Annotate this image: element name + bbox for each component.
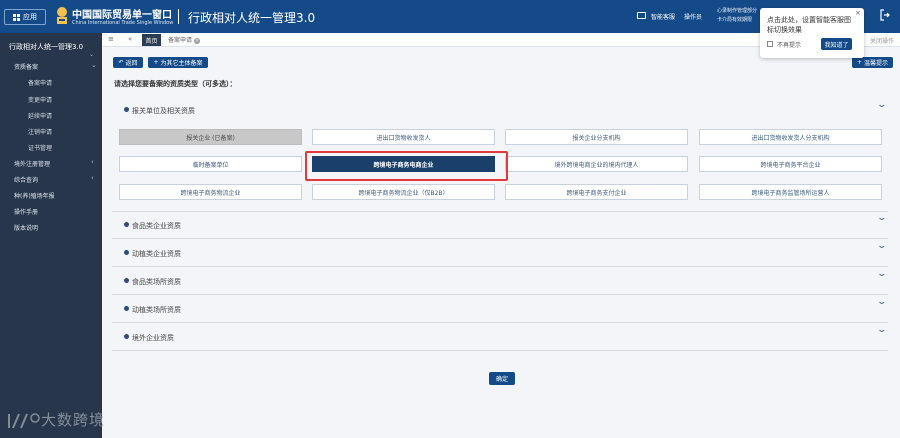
file-for-other-entity-button[interactable]: + 为其它主体备案 <box>148 57 208 68</box>
chevron-down-icon[interactable]: ⌄ <box>876 325 887 335</box>
section-food-enterprise: 食品类企业资质 ⌄ <box>112 212 888 239</box>
sidebar-collapse-toggle[interactable]: ⌄ <box>89 51 94 58</box>
sidebar-item-filing-application[interactable]: 备案申请 <box>28 78 52 87</box>
section-title: 境外企业资质 <box>132 334 174 342</box>
option-customs-broker-branch[interactable]: 报关企业分支机构 <box>505 129 688 145</box>
sidebar-item-change-application[interactable]: 变更申请 <box>28 95 52 104</box>
plus-icon: + <box>856 59 862 66</box>
bullet-icon <box>124 107 129 112</box>
tips-button-label: 温馨提示 <box>864 60 889 67</box>
section-overseas-enterprise: 境外企业资质 ⌄ <box>112 323 888 351</box>
smart-support-tip-popup: 点击此处，设置智能客服图标切换效果 × 不再提示 我知道了 <box>760 8 864 58</box>
chevron-down-icon: ⌄ <box>91 61 97 69</box>
option-ecommerce-logistics[interactable]: 跨境电子商务物流企业 <box>119 184 302 200</box>
chevron-down-icon[interactable]: ⌄ <box>876 269 887 279</box>
sidebar-title: 行政相对人统一管理3.0 <box>9 43 84 51</box>
smart-support-link[interactable]: 智能客服 <box>651 12 675 21</box>
user-info-line2: 卡介局有效期限 <box>717 17 753 23</box>
no-remind-checkbox[interactable] <box>767 41 773 47</box>
option-temporary-unit[interactable]: 临时备案单位 <box>119 156 302 172</box>
main-content: ↶ 返回 + 为其它主体备案 + 温馨提示 请选择您要备案的资质类型（可多选）：… <box>102 48 900 438</box>
section-header[interactable]: 食品类场所资质 <box>124 277 181 287</box>
option-ecommerce-platform[interactable]: 跨境电子商务平台企业 <box>699 156 882 172</box>
logout-icon[interactable] <box>880 9 890 21</box>
section-title: 食品类企业资质 <box>132 222 181 230</box>
section-header[interactable]: 动植类企业资质 <box>124 249 181 259</box>
return-button[interactable]: ↶ 返回 <box>113 57 143 68</box>
section-food-site: 食品类场所资质 ⌄ <box>112 267 888 295</box>
watermark-text: 大数跨境 <box>41 411 106 429</box>
sidebar-item-version-notes[interactable]: 版本说明 <box>14 223 38 232</box>
sidebar-item-qualification-filing[interactable]: 资质备案 <box>14 62 38 71</box>
operator-link[interactable]: 操作员 <box>684 12 702 21</box>
system-title: 行政相对人统一管理3.0 <box>188 11 316 25</box>
bullet-icon <box>124 306 129 311</box>
chevron-left-icon: ‹ <box>91 174 94 182</box>
sidebar: 行政相对人统一管理3.0 ⌄ 资质备案 ⌄ 备案申请 变更申请 延续申请 注销申… <box>0 33 102 438</box>
section-title: 报关单位及相关资质 <box>132 107 195 115</box>
chevron-left-icon: ‹ <box>91 158 94 166</box>
bullet-icon <box>124 278 129 283</box>
tab-label: 备案申请 <box>168 37 193 44</box>
option-import-export-consignee[interactable]: 进出口货物收发货人 <box>312 129 495 145</box>
section-header[interactable]: 报关单位及相关资质 <box>124 106 195 116</box>
section-plant-animal-enterprise: 动植类企业资质 ⌄ <box>112 239 888 267</box>
popup-message: 点击此处，设置智能客服图标切换效果 <box>767 16 851 34</box>
sidebar-item-renewal-application[interactable]: 延续申请 <box>28 111 52 120</box>
brand-name-cn: 中国国际贸易单一窗口 <box>72 10 172 21</box>
section-header[interactable]: 境外企业资质 <box>124 333 174 343</box>
sidebar-item-overseas-registration[interactable]: 境外注册管理 <box>14 159 50 168</box>
sidebar-item-cancel-application[interactable]: 注销申请 <box>28 127 52 136</box>
sidebar-item-user-manual[interactable]: 操作手册 <box>14 207 38 216</box>
close-tabs-button[interactable]: 关闭操作 <box>870 36 894 45</box>
chevron-down-icon[interactable]: ⌄ <box>876 241 887 251</box>
sidebar-item-comprehensive-query[interactable]: 综合查询 <box>14 175 38 184</box>
option-ecommerce-payment[interactable]: 跨境电子商务支付企业 <box>505 184 688 200</box>
selection-prompt: 请选择您要备案的资质类型（可多选）： <box>114 80 237 88</box>
section-header[interactable]: 食品类企业资质 <box>124 221 181 231</box>
section-title: 动植类场所资质 <box>132 306 181 314</box>
option-domestic-agent[interactable]: 境外跨境电商企业的境内代理人 <box>505 156 688 172</box>
brand-name-en: China International Trade Single Window <box>72 20 174 26</box>
section-title: 动植类企业资质 <box>132 250 181 258</box>
app-menu-label: 应用 <box>23 13 37 21</box>
user-info-line1: 心录制作管理部分 <box>717 8 758 14</box>
tab-home[interactable]: 首页 <box>142 34 161 46</box>
plus-icon: + <box>153 59 159 66</box>
sidebar-item-farm-annual-report[interactable]: 种(养)殖场年报 <box>14 191 55 200</box>
option-supervision-site-operator[interactable]: 跨境电子商务监管场所运营人 <box>699 184 882 200</box>
grid-icon <box>13 13 20 21</box>
section-plant-animal-site: 动植类场所资质 ⌄ <box>112 295 888 323</box>
sidebar-item-certificate-management[interactable]: 证书管理 <box>28 143 52 152</box>
option-consignee-branch[interactable]: 进出口货物收发货人分支机构 <box>699 129 882 145</box>
menu-icon[interactable]: ≡ <box>108 35 114 43</box>
app-menu-button[interactable]: 应用 <box>4 9 46 25</box>
return-button-label: 返回 <box>125 60 138 67</box>
double-chevron-left-icon[interactable]: « <box>128 35 132 43</box>
option-ecommerce-logistics-b2b[interactable]: 跨境电子商务物流企业（仅B2B） <box>312 184 495 200</box>
close-icon[interactable]: × <box>855 9 861 17</box>
no-remind-label: 不再提示 <box>777 42 802 49</box>
bullet-icon <box>124 222 129 227</box>
option-cross-border-ecommerce-enterprise[interactable]: 跨境电子商务电商企业 <box>312 156 495 172</box>
mail-icon[interactable] <box>637 12 646 19</box>
chevron-down-icon[interactable]: ⌄ <box>876 297 887 307</box>
chevron-down-icon[interactable]: ⌄ <box>876 213 887 223</box>
tips-button[interactable]: + 温馨提示 <box>852 57 893 68</box>
user-info: 心录制作管理部分 卡介局有效期限 <box>717 7 757 25</box>
file-for-other-entity-label: 为其它主体备案 <box>160 60 203 67</box>
bullet-icon <box>124 250 129 255</box>
section-header[interactable]: 动植类场所资质 <box>124 305 181 315</box>
got-it-button[interactable]: 我知道了 <box>821 38 852 50</box>
bullet-icon <box>124 334 129 339</box>
undo-icon: ↶ <box>118 59 124 66</box>
close-icon[interactable]: × <box>194 38 201 44</box>
single-window-logo <box>57 7 67 24</box>
confirm-button[interactable]: 确定 <box>489 372 515 385</box>
chevron-down-icon[interactable]: ⌄ <box>876 100 887 110</box>
option-customs-broker: 报关企业 (已备案) <box>119 129 302 145</box>
tab-filing-application[interactable]: 备案申请 × <box>168 35 201 44</box>
header-divider <box>178 9 179 24</box>
section-title: 食品类场所资质 <box>132 278 181 286</box>
